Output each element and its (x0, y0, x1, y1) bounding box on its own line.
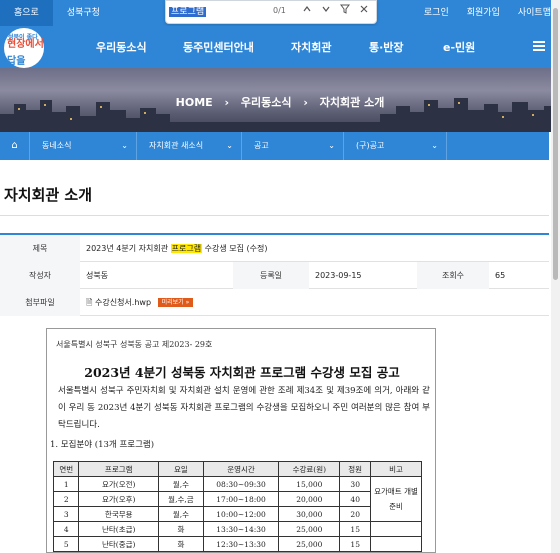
chevron-down-icon: ⌄ (328, 141, 335, 150)
chevron-up-icon[interactable] (300, 4, 314, 20)
label-views: 조회수 (417, 262, 489, 289)
site-logo[interactable]: 성북이 좋다 현장에서 답을 (4, 28, 44, 68)
page-scrollbar[interactable] (551, 0, 560, 553)
table-row: 4 난타(초급) 화 13:30~14:30 25,000 15 (52, 521, 423, 537)
attachment-field: 🗎 수강신청서.hwp 미리보기 » (86, 289, 386, 316)
nav-item-news[interactable]: 우리동소식 (96, 39, 147, 55)
table-row: 2 요가(오후) 월,수,금 17:00~18:00 20,000 40 (52, 491, 422, 507)
district-office-link[interactable]: 성북구청 (53, 0, 114, 26)
home-link[interactable]: 홈으로 (0, 0, 53, 26)
hero-banner: HOME › 우리동소식 › 자치회관 소개 (0, 68, 560, 132)
table-row: 1 요가(오전) 월,수 08:30~09:30 15,000 30 요가매트 … (52, 476, 423, 522)
attachment-link[interactable]: 수강신청서.hwp (95, 298, 151, 307)
search-highlight: 프로그램 (170, 244, 203, 253)
find-in-page-bar: 프로그램 0/1 (165, 0, 377, 24)
nav-item-center-info[interactable]: 동주민센터안내 (183, 39, 254, 55)
chevron-right-icon: › (303, 96, 308, 109)
table-row: 작성자 성북동 등록일 2023-09-15 조회수 65 (0, 262, 549, 289)
breadcrumb-current: 자치회관 소개 (319, 96, 385, 109)
notice-paragraph: 서울특별시 성북구 주민자치회 및 자치회관 설치 운영에 관한 조례 제34조… (58, 386, 430, 430)
post-title: 2023년 4분기 자치회관 프로그램 수강생 모집 (수정) (86, 244, 268, 253)
chevron-right-icon: › (224, 96, 230, 109)
dropdown-old-notice[interactable]: (구)공고 ⌄ (344, 132, 447, 160)
breadcrumb-news[interactable]: 우리동소식 (241, 96, 292, 109)
nav-item-e-civil[interactable]: e-민원 (443, 39, 475, 55)
dropdown-label: 공고 (254, 141, 269, 150)
find-query: 프로그램 (169, 7, 207, 17)
column-header: 비고 (369, 461, 423, 477)
chevron-down-icon: ⌄ (121, 141, 128, 150)
logo-text: 현장에서 (7, 39, 44, 50)
column-header: 프로그램 (78, 461, 159, 477)
column-header: 요일 (157, 461, 204, 477)
dropdown-label: (구)공고 (356, 141, 385, 150)
column-header: 정원 (339, 461, 371, 477)
notice-document-image: 서울특별시 성북구 성북동 공고 제2023- 29호 2023년 4분기 성북… (46, 328, 436, 553)
nav-item-community-hall[interactable]: 자치회관 (291, 39, 331, 55)
dropdown-label: 자치회관 새소식 (149, 141, 204, 150)
divider (0, 215, 549, 216)
label-title: 제목 (0, 235, 80, 262)
column-header: 수강료(원) (278, 461, 341, 477)
dropdown-label: 동네소식 (42, 141, 72, 150)
login-link[interactable]: 로그인 (415, 0, 458, 26)
post-author: 성북동 (86, 271, 109, 280)
table-row: 3 한국무용 월,수 10:00~12:00 30,000 20 (52, 506, 422, 522)
notice-title: 2023년 4분기 성북동 자치회관 프로그램 수강생 모집 공고 (84, 365, 400, 380)
file-icon: 🗎 (86, 298, 93, 307)
find-input[interactable]: 프로그램 (169, 5, 289, 20)
notice-number: 서울특별시 성북구 성북동 공고 제2023- 29호 (56, 340, 213, 349)
dropdown-hall-news[interactable]: 자치회관 새소식 ⌄ (137, 132, 242, 160)
program-table: 연번 프로그램 요일 운영시간 수강료(원) 정원 비고 1 요가(오전) 월,… (52, 461, 423, 552)
chevron-down-icon: ⌄ (226, 141, 233, 150)
breadcrumb: HOME › 우리동소식 › 자치회관 소개 (0, 94, 560, 110)
breadcrumb-home[interactable]: HOME (176, 96, 213, 109)
close-icon[interactable] (357, 4, 371, 20)
main-navigation: 성북이 좋다 현장에서 답을 우리동소식 동주민센터안내 자치회관 통·반장 e… (0, 26, 560, 68)
home-icon[interactable]: ⌂ (0, 132, 30, 160)
hamburger-menu-icon[interactable] (533, 41, 545, 51)
chevron-down-icon: ⌄ (431, 141, 438, 150)
section-heading: 1. 모집분야 (13개 프로그램) (50, 440, 155, 450)
logo-text-2: 답을 (7, 56, 26, 67)
post-views: 65 (495, 271, 506, 280)
section-dropdown-bar: ⌂ 동네소식 ⌄ 자치회관 새소식 ⌄ 공고 ⌄ (구)공고 ⌄ (0, 132, 549, 160)
table-header-row: 연번 프로그램 요일 운영시간 수강료(원) 정원 비고 (52, 461, 423, 477)
dropdown-local-news[interactable]: 동네소식 ⌄ (30, 132, 137, 160)
filter-icon[interactable] (338, 4, 352, 20)
label-date: 등록일 (233, 262, 309, 289)
table-row: 제목 2023년 4분기 자치회관 프로그램 수강생 모집 (수정) (0, 235, 549, 262)
column-header: 운영시간 (202, 461, 280, 477)
dropdown-notice[interactable]: 공고 ⌄ (242, 132, 344, 160)
label-attachment: 첨부파일 (0, 289, 80, 316)
table-note: 요가매트 개별준비 (369, 476, 423, 522)
signup-link[interactable]: 회원가입 (458, 0, 509, 26)
table-row: 5 난타(중급) 화 12:30~13:30 25,000 15 (52, 536, 423, 552)
scrollbar-thumb[interactable] (553, 8, 558, 280)
label-author: 작성자 (0, 262, 80, 289)
page-title: 자치회관 소개 (4, 186, 93, 204)
chevron-down-icon[interactable] (319, 4, 333, 20)
column-header: 연번 (52, 461, 80, 477)
find-match-counter: 0/1 (273, 6, 286, 15)
nav-item-block-leader[interactable]: 통·반장 (369, 39, 404, 55)
table-row: 첨부파일 🗎 수강신청서.hwp 미리보기 » (0, 289, 549, 316)
post-date: 2023-09-15 (315, 271, 362, 280)
post-info-table: 제목 2023년 4분기 자치회관 프로그램 수강생 모집 (수정) 작성자 성… (0, 233, 549, 316)
preview-button[interactable]: 미리보기 » (157, 298, 194, 307)
